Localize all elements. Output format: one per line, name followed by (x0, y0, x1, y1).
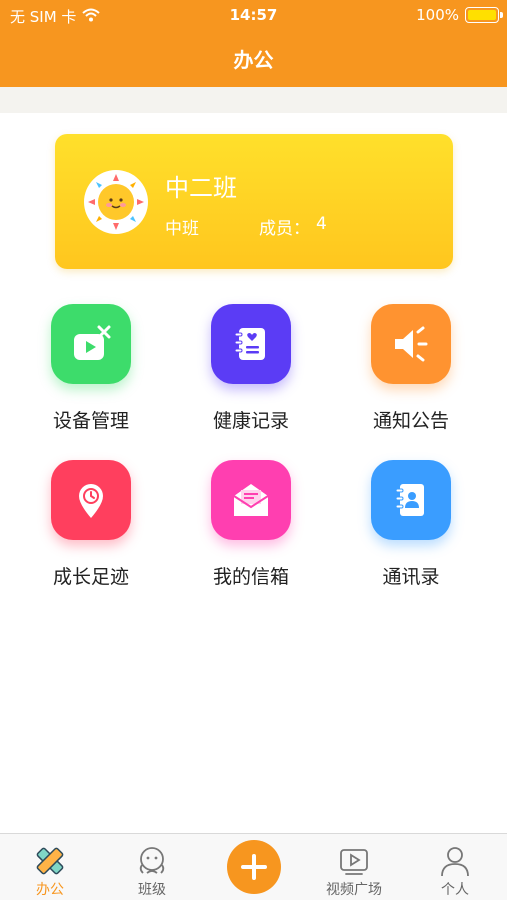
status-bar: 无 SIM 卡 14:57 100% (0, 0, 507, 30)
feature-health-record[interactable]: 健康记录 (171, 304, 331, 454)
feature-label: 通知公告 (372, 410, 449, 432)
person-icon (437, 843, 473, 879)
feature-label: 我的信箱 (212, 566, 289, 588)
class-face-icon (134, 843, 170, 879)
video-play-icon (336, 843, 372, 879)
health-notebook-icon (211, 304, 291, 384)
tab-label: 视频广场 (326, 882, 382, 898)
mail-open-icon (211, 460, 291, 540)
feature-notice[interactable]: 通知公告 (331, 304, 491, 454)
device-manage-icon (51, 304, 131, 384)
pencil-ruler-icon (32, 843, 68, 879)
tab-personal[interactable]: 个人 (405, 834, 505, 900)
tab-label: 班级 (138, 882, 166, 898)
class-name: 中二班 (165, 174, 237, 202)
add-button[interactable] (227, 840, 281, 894)
feature-label: 设备管理 (52, 410, 129, 432)
class-grade: 中班 (165, 219, 199, 239)
feature-growth[interactable]: 成长足迹 (11, 460, 171, 610)
divider-strip (0, 87, 507, 113)
members-count: 4 (316, 214, 327, 234)
plus-icon (241, 854, 267, 880)
feature-label: 健康记录 (212, 410, 289, 432)
class-members: 成员： 4 (259, 214, 327, 239)
tab-label: 办公 (36, 882, 64, 898)
feature-mailbox[interactable]: 我的信箱 (171, 460, 331, 610)
tab-class[interactable]: 班级 (102, 834, 202, 900)
feature-label: 成长足迹 (52, 566, 129, 588)
location-clock-icon (51, 460, 131, 540)
battery-group: 100% (416, 6, 503, 24)
page-title: 办公 (233, 48, 274, 72)
speaker-icon (371, 304, 451, 384)
battery-percent: 100% (416, 6, 459, 24)
battery-icon (465, 7, 503, 23)
tab-office[interactable]: 办公 (0, 834, 100, 900)
class-card[interactable]: 中二班 中班 成员： 4 (55, 134, 453, 269)
feature-device-manage[interactable]: 设备管理 (11, 304, 171, 454)
feature-label: 通讯录 (382, 566, 440, 588)
tab-label: 个人 (441, 882, 469, 898)
feature-contacts[interactable]: 通讯录 (331, 460, 491, 610)
tab-video-square[interactable]: 视频广场 (304, 834, 404, 900)
members-label: 成员： (259, 219, 310, 239)
contact-book-icon (371, 460, 451, 540)
nav-bar: 办公 (0, 30, 507, 87)
sun-avatar-icon (84, 170, 148, 234)
tab-bar: 办公 班级 视频广场 个人 (0, 833, 507, 900)
